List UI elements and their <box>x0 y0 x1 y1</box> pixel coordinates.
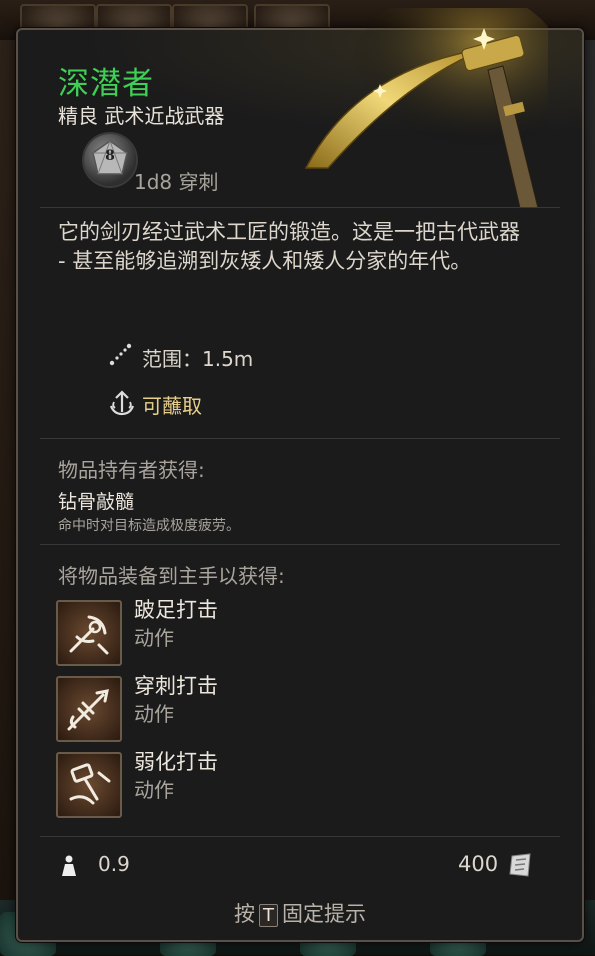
item-tooltip: 深潜者 精良 武术近战武器 8 1d8 穿刺 它的剑刃经过武术工匠的锻造。这是一… <box>16 8 584 942</box>
action-name: 弱化打击 <box>134 750 218 774</box>
range-property: 范围：1.5m <box>109 343 254 372</box>
action-type: 动作 <box>134 702 174 726</box>
dippable-property: 可蘸取 <box>109 390 202 419</box>
passive-name: 钻骨敲髓 <box>58 491 135 513</box>
equip-header: 将物品装备到主手以获得: <box>58 564 285 588</box>
dippable-text: 可蘸取 <box>142 394 202 418</box>
weakening-strike-icon[interactable] <box>56 752 122 818</box>
action-name: 跛足打击 <box>134 598 218 622</box>
hint-suffix: 固定提示 <box>282 902 366 926</box>
dip-icon <box>109 390 135 416</box>
lacerating-strike-icon[interactable] <box>56 600 122 666</box>
weight-value: 0.9 <box>98 852 130 876</box>
lacerating-strike-glyph <box>69 615 109 655</box>
passive-header: 物品持有者获得: <box>58 458 205 482</box>
divider <box>40 438 560 439</box>
action-name: 穿刺打击 <box>134 674 218 698</box>
weight-icon <box>62 855 76 876</box>
range-icon <box>109 343 132 366</box>
keybind-t[interactable]: T <box>259 904 278 927</box>
piercing-strike-glyph <box>67 689 109 731</box>
gold-coin-icon <box>509 853 531 877</box>
action-type: 动作 <box>134 626 174 650</box>
item-description: 它的剑刃经过武术工匠的锻造。这是一把古代武器 - 甚至能够追溯到灰矮人和矮人分家… <box>58 220 520 273</box>
divider <box>40 836 560 837</box>
passive-description: 命中时对目标造成极度疲劳。 <box>58 518 240 534</box>
item-rarity-type: 精良 武术近战武器 <box>58 104 225 128</box>
damage-value: 1d8 穿刺 <box>134 170 219 194</box>
action-type: 动作 <box>134 778 174 802</box>
price-value: 400 <box>458 852 499 876</box>
piercing-strike-icon[interactable] <box>56 676 122 742</box>
divider <box>40 544 560 545</box>
sickle-weapon-icon <box>304 8 548 208</box>
pin-tooltip-hint: 按 T 固定提示 <box>18 898 582 928</box>
weakening-strike-glyph <box>69 763 111 805</box>
item-name: 深潜者 <box>58 66 154 102</box>
damage-die-number: 8 <box>105 148 115 164</box>
damage-die-icon: 8 <box>84 134 136 186</box>
divider <box>40 207 560 208</box>
range-text: 范围：1.5m <box>142 347 254 371</box>
hint-prefix: 按 <box>234 902 255 926</box>
